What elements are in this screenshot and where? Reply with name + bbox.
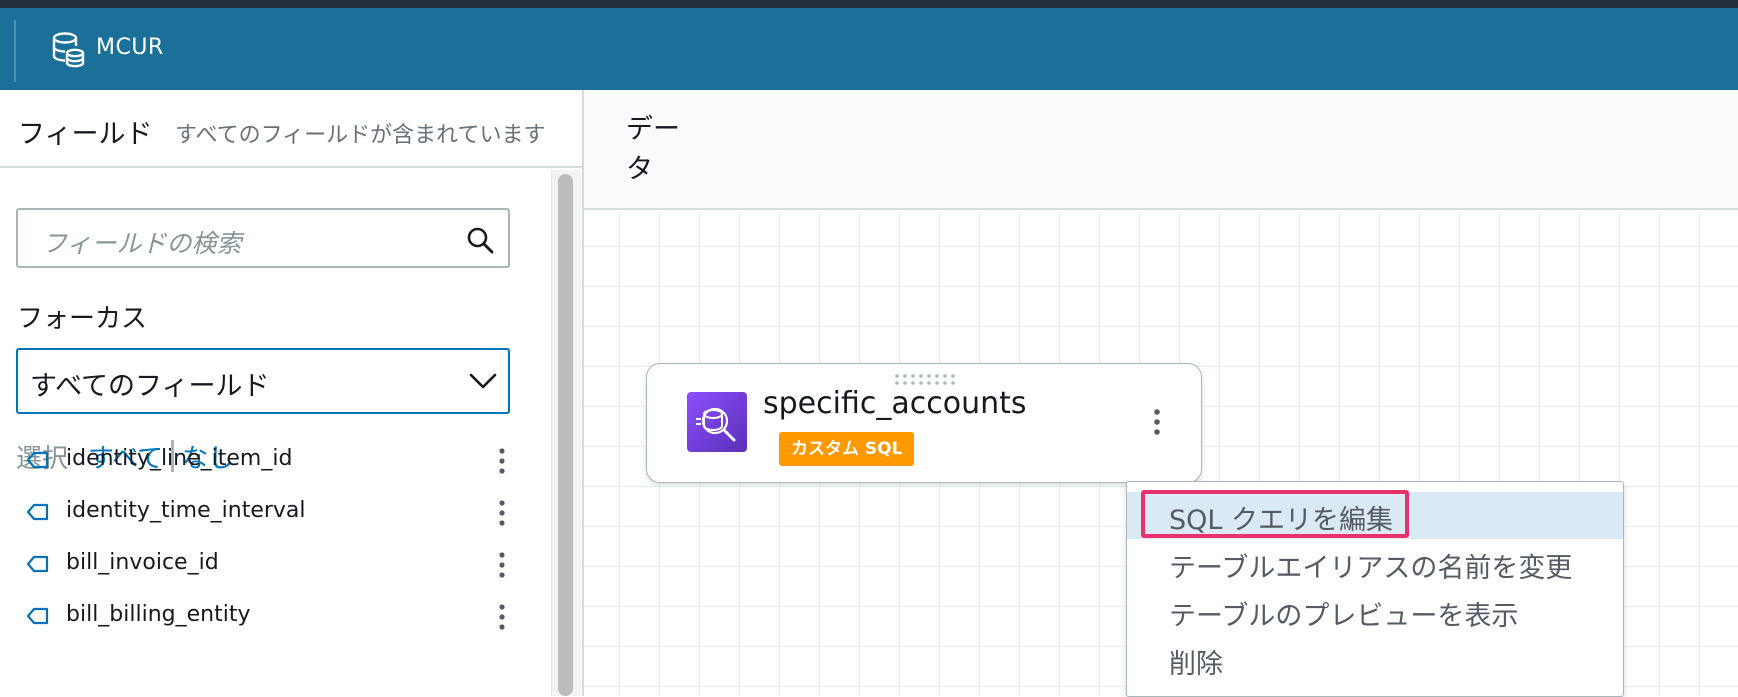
search-icon[interactable] xyxy=(466,226,494,254)
menu-item-rename-alias[interactable]: テーブルエイリアスの名前を変更 xyxy=(1127,540,1623,587)
fields-panel: フィールド すべてのフィールドが含まれています フィールドの検索 フォーカス す… xyxy=(0,90,582,696)
data-panel-header: データ xyxy=(584,90,1738,210)
dimension-tag-icon xyxy=(26,503,49,521)
dimension-tag-icon xyxy=(26,607,49,625)
field-item[interactable]: bill_invoice_id xyxy=(0,542,540,590)
dimension-tag-icon xyxy=(26,451,49,469)
database-icon xyxy=(52,32,85,68)
dataset-name: specific_accounts xyxy=(763,386,1027,421)
more-options-icon[interactable] xyxy=(496,550,508,580)
more-options-icon[interactable] xyxy=(496,602,508,632)
menu-item-delete[interactable]: 削除 xyxy=(1127,636,1623,683)
dimension-tag-icon xyxy=(26,555,49,573)
more-options-icon[interactable] xyxy=(1151,406,1163,438)
menu-item-label: 削除 xyxy=(1169,649,1223,680)
custom-sql-badge: カスタム SQL xyxy=(779,432,915,466)
field-name: bill_invoice_id xyxy=(66,550,219,575)
drag-handle-icon[interactable] xyxy=(893,372,957,386)
context-menu: SQL クエリを編集 テーブルエイリアスの名前を変更 テーブルのプレビューを表示… xyxy=(1126,481,1624,697)
app-header: MCUR xyxy=(0,8,1738,90)
scrollbar-thumb[interactable] xyxy=(558,174,573,696)
menu-item-label: テーブルのプレビューを表示 xyxy=(1169,601,1519,632)
more-options-icon[interactable] xyxy=(496,498,508,528)
menu-item-label: テーブルエイリアスの名前を変更 xyxy=(1169,553,1573,584)
header-divider xyxy=(14,20,16,82)
custom-sql-icon xyxy=(687,392,747,452)
more-options-icon[interactable] xyxy=(496,446,508,476)
search-placeholder: フィールドの検索 xyxy=(42,229,242,258)
field-search-input[interactable]: フィールドの検索 xyxy=(16,208,510,268)
field-name: identity_time_interval xyxy=(66,498,306,523)
field-item[interactable]: identity_time_interval xyxy=(0,490,540,538)
dataset-node[interactable]: specific_accounts カスタム SQL xyxy=(646,363,1202,483)
field-item[interactable]: bill_billing_entity xyxy=(0,594,540,642)
focus-label: フォーカス xyxy=(17,304,148,334)
highlight-annotation-box xyxy=(1141,490,1409,538)
field-name: bill_billing_entity xyxy=(66,602,251,627)
data-canvas[interactable]: specific_accounts カスタム SQL SQL クエリを編集 テー… xyxy=(584,211,1738,697)
menu-item-preview-table[interactable]: テーブルのプレビューを表示 xyxy=(1127,588,1623,635)
browser-top-strip xyxy=(0,0,1738,8)
data-panel: データ specific_accounts カスタム SQL SQL クエリを編… xyxy=(582,90,1738,697)
fields-subtitle: すべてのフィールドが含まれています xyxy=(175,123,546,148)
focus-select[interactable]: すべてのフィールド xyxy=(16,348,510,414)
focus-selected-value: すべてのフィールド xyxy=(30,371,270,402)
field-name: identity_line_item_id xyxy=(66,446,293,471)
fields-panel-header: フィールド すべてのフィールドが含まれています xyxy=(0,90,582,168)
fields-heading: フィールド xyxy=(18,119,153,150)
app-title: MCUR xyxy=(96,35,164,60)
chevron-down-icon xyxy=(469,373,497,389)
field-item[interactable]: identity_line_item_id xyxy=(0,438,540,486)
data-heading: データ xyxy=(626,114,680,185)
